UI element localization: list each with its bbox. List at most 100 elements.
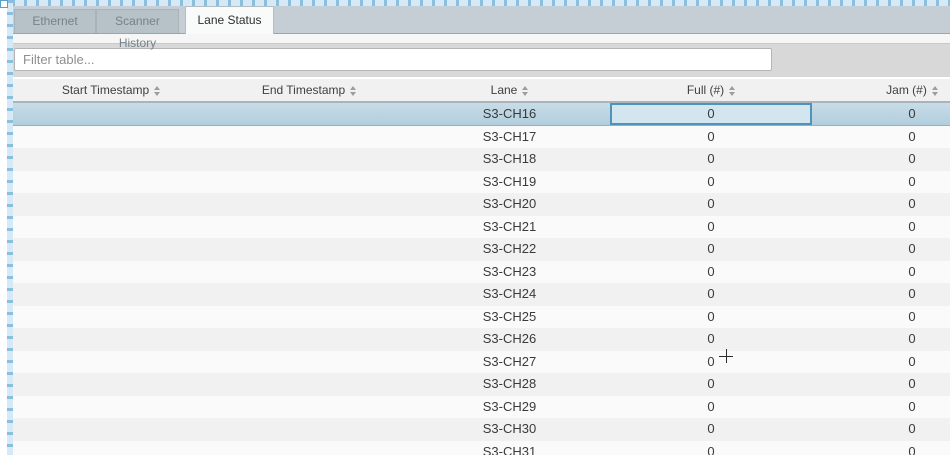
cell-end-timestamp[interactable] <box>209 103 409 125</box>
cell-full[interactable]: 0 <box>610 306 812 329</box>
cell-jam[interactable]: 0 <box>812 148 950 171</box>
cell-end-timestamp[interactable] <box>209 261 409 284</box>
cell-lane[interactable]: S3-CH20 <box>409 193 610 216</box>
table-row[interactable]: S3-CH2800 <box>13 373 950 396</box>
cell-start-timestamp[interactable] <box>13 238 209 261</box>
sort-icon[interactable] <box>154 86 160 96</box>
cell-end-timestamp[interactable] <box>209 193 409 216</box>
table-row[interactable]: S3-CH1800 <box>13 148 950 171</box>
cell-end-timestamp[interactable] <box>209 148 409 171</box>
cell-full[interactable]: 0 <box>610 351 812 374</box>
cell-full[interactable]: 0 <box>610 328 812 351</box>
table-row[interactable]: S3-CH1700 <box>13 126 950 149</box>
cell-full[interactable]: 0 <box>610 283 812 306</box>
table-row[interactable]: S3-CH3000 <box>13 418 950 441</box>
cell-end-timestamp[interactable] <box>209 328 409 351</box>
table-row[interactable]: S3-CH2200 <box>13 238 950 261</box>
table-row[interactable]: S3-CH2700 <box>13 351 950 374</box>
cell-start-timestamp[interactable] <box>13 418 209 441</box>
cell-lane[interactable]: S3-CH22 <box>409 238 610 261</box>
cell-full[interactable]: 0 <box>610 396 812 419</box>
cell-lane[interactable]: S3-CH27 <box>409 351 610 374</box>
cell-lane[interactable]: S3-CH28 <box>409 373 610 396</box>
cell-full[interactable]: 0 <box>610 171 812 194</box>
cell-start-timestamp[interactable] <box>13 306 209 329</box>
cell-full[interactable]: 0 <box>610 216 812 239</box>
cell-jam[interactable]: 0 <box>812 306 950 329</box>
cell-end-timestamp[interactable] <box>209 306 409 329</box>
cell-full[interactable]: 0 <box>610 261 812 284</box>
sort-icon[interactable] <box>932 86 938 96</box>
cell-start-timestamp[interactable] <box>13 283 209 306</box>
cell-lane[interactable]: S3-CH30 <box>409 418 610 441</box>
tab-ethernet[interactable]: Ethernet <box>14 9 96 33</box>
cell-start-timestamp[interactable] <box>13 373 209 396</box>
cell-end-timestamp[interactable] <box>209 238 409 261</box>
cell-full[interactable]: 0 <box>610 193 812 216</box>
cell-start-timestamp[interactable] <box>13 328 209 351</box>
cell-full[interactable]: 0 <box>610 373 812 396</box>
cell-end-timestamp[interactable] <box>209 216 409 239</box>
column-header-lane[interactable]: Lane <box>409 79 610 101</box>
table-row[interactable]: S3-CH2600 <box>13 328 950 351</box>
cell-lane[interactable]: S3-CH31 <box>409 441 610 455</box>
cell-end-timestamp[interactable] <box>209 351 409 374</box>
cell-full[interactable]: 0 <box>610 418 812 441</box>
selected-cell[interactable]: 0 <box>610 103 812 125</box>
table-row[interactable]: S3-CH2300 <box>13 261 950 284</box>
cell-jam[interactable]: 0 <box>812 373 950 396</box>
column-header-end-timestamp[interactable]: End Timestamp <box>209 79 409 101</box>
cell-jam[interactable]: 0 <box>812 261 950 284</box>
column-header-full[interactable]: Full (#) <box>610 79 812 101</box>
cell-jam[interactable]: 0 <box>812 171 950 194</box>
cell-lane[interactable]: S3-CH17 <box>409 126 610 149</box>
cell-jam[interactable]: 0 <box>812 441 950 455</box>
cell-full[interactable]: 0 <box>610 441 812 455</box>
cell-jam[interactable]: 0 <box>812 238 950 261</box>
cell-start-timestamp[interactable] <box>13 171 209 194</box>
cell-lane[interactable]: S3-CH19 <box>409 171 610 194</box>
cell-lane[interactable]: S3-CH26 <box>409 328 610 351</box>
cell-end-timestamp[interactable] <box>209 126 409 149</box>
cell-end-timestamp[interactable] <box>209 441 409 455</box>
cell-lane[interactable]: S3-CH16 <box>409 103 610 125</box>
cell-jam[interactable]: 0 <box>812 418 950 441</box>
cell-full[interactable]: 0 <box>610 126 812 149</box>
cell-jam[interactable]: 0 <box>812 216 950 239</box>
selection-handle[interactable] <box>0 0 8 8</box>
table-row[interactable]: S3-CH3100 <box>13 441 950 455</box>
cell-end-timestamp[interactable] <box>209 418 409 441</box>
cell-jam[interactable]: 0 <box>812 193 950 216</box>
cell-jam[interactable]: 0 <box>812 396 950 419</box>
cell-start-timestamp[interactable] <box>13 126 209 149</box>
table-row[interactable]: S3-CH2500 <box>13 306 950 329</box>
cell-start-timestamp[interactable] <box>13 351 209 374</box>
tab-scanner-history[interactable]: Scanner History <box>96 9 179 33</box>
cell-end-timestamp[interactable] <box>209 171 409 194</box>
sort-icon[interactable] <box>522 86 528 96</box>
table-row[interactable]: S3-CH1900 <box>13 171 950 194</box>
cell-start-timestamp[interactable] <box>13 216 209 239</box>
column-header-start-timestamp[interactable]: Start Timestamp <box>13 79 209 101</box>
table-row[interactable]: S3-CH2000 <box>13 193 950 216</box>
cell-start-timestamp[interactable] <box>13 396 209 419</box>
cell-lane[interactable]: S3-CH18 <box>409 148 610 171</box>
cell-jam[interactable]: 0 <box>812 126 950 149</box>
cell-lane[interactable]: S3-CH25 <box>409 306 610 329</box>
cell-lane[interactable]: S3-CH29 <box>409 396 610 419</box>
cell-end-timestamp[interactable] <box>209 283 409 306</box>
tab-lane-status[interactable]: Lane Status <box>185 6 274 34</box>
sort-icon[interactable] <box>729 86 735 96</box>
table-row[interactable]: S3-CH2100 <box>13 216 950 239</box>
sort-icon[interactable] <box>350 86 356 96</box>
cell-end-timestamp[interactable] <box>209 396 409 419</box>
table-row[interactable]: S3-CH2900 <box>13 396 950 419</box>
cell-jam[interactable]: 0 <box>812 351 950 374</box>
cell-start-timestamp[interactable] <box>13 441 209 455</box>
cell-lane[interactable]: S3-CH23 <box>409 261 610 284</box>
cell-lane[interactable]: S3-CH24 <box>409 283 610 306</box>
cell-jam[interactable]: 0 <box>812 283 950 306</box>
cell-jam[interactable]: 0 <box>812 103 950 125</box>
cell-start-timestamp[interactable] <box>13 148 209 171</box>
cell-lane[interactable]: S3-CH21 <box>409 216 610 239</box>
